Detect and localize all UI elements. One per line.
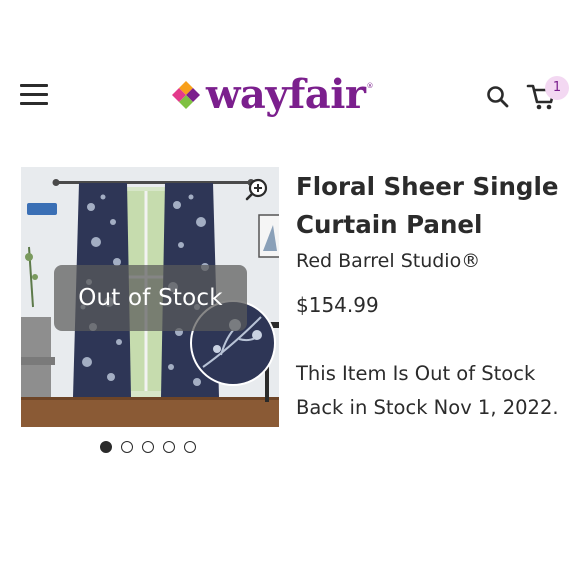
stock-status: This Item Is Out of Stock — [296, 362, 536, 385]
image-carousel-dots — [100, 441, 196, 455]
carousel-dot[interactable] — [100, 441, 112, 453]
zoom-button[interactable] — [244, 177, 270, 203]
logo-text: wayfair — [206, 71, 366, 118]
product-title: Floral Sheer Single Curtain Panel — [296, 172, 559, 239]
carousel-dot[interactable] — [163, 441, 175, 453]
back-in-stock-date: Back in Stock Nov 1, 2022. — [296, 396, 559, 419]
search-icon — [487, 86, 509, 108]
logo-trademark: ® — [366, 82, 374, 90]
logo-pinwheel-icon — [172, 81, 200, 109]
brand-link[interactable]: Red Barrel Studio® — [296, 250, 480, 272]
search-button[interactable] — [485, 84, 511, 110]
menu-icon — [20, 84, 48, 87]
carousel-dot[interactable] — [142, 441, 154, 453]
cart-count-badge: 1 — [545, 76, 569, 100]
carousel-dot[interactable] — [184, 441, 196, 453]
wayfair-logo[interactable]: wayfair ® — [170, 68, 374, 122]
out-of-stock-overlay: Out of Stock — [54, 265, 247, 331]
menu-button[interactable] — [20, 84, 48, 106]
zoom-in-icon — [245, 178, 268, 201]
carousel-dot[interactable] — [121, 441, 133, 453]
product-price: $154.99 — [296, 293, 379, 317]
